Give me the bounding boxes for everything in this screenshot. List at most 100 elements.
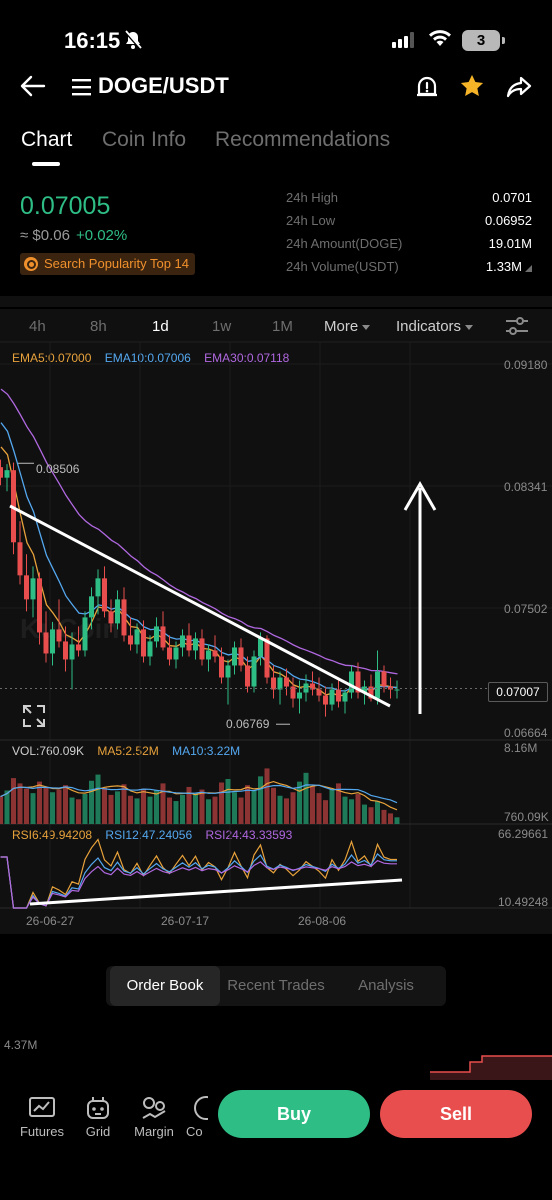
volume-bar xyxy=(82,794,88,824)
volume-bar xyxy=(30,793,36,824)
volume-bar xyxy=(362,804,367,824)
candle-body xyxy=(264,638,270,678)
nav-futures[interactable]: Futures xyxy=(14,1092,70,1139)
candle-body xyxy=(0,467,3,478)
wifi-icon xyxy=(428,29,452,52)
price-alert-icon[interactable] xyxy=(414,74,440,105)
pair-title[interactable]: DOGE/USDT xyxy=(98,73,229,99)
candle-body xyxy=(180,635,185,648)
candle-body xyxy=(193,638,198,651)
stat-value: 19.01M xyxy=(488,236,532,251)
volume-bar xyxy=(323,800,328,824)
volume-bar xyxy=(134,798,140,824)
fiat-price-row: ≈ $0.06 +0.02% xyxy=(20,227,127,244)
volume-bar xyxy=(258,776,263,824)
candle-body xyxy=(336,689,341,702)
nav-label: Co xyxy=(186,1124,203,1139)
candle-body xyxy=(225,665,231,678)
volume-bar xyxy=(167,797,172,824)
rsi-line xyxy=(0,856,397,909)
cellular-signal-icon xyxy=(392,32,416,53)
candle-body xyxy=(147,641,153,657)
candle-body xyxy=(30,578,36,600)
volume-bar xyxy=(17,783,23,824)
stat-row: 24h Amount(DOGE) 19.01M xyxy=(286,236,532,259)
candle-body xyxy=(258,638,263,657)
menu-icon[interactable] xyxy=(72,78,92,101)
candle-body xyxy=(375,671,380,699)
sell-button[interactable]: Sell xyxy=(380,1090,532,1138)
volume-bar xyxy=(219,782,224,824)
fullscreen-icon[interactable] xyxy=(22,704,46,733)
stat-row: 24h Low 0.06952 xyxy=(286,213,532,236)
volume-bar xyxy=(199,789,205,824)
depth-chart xyxy=(430,1055,552,1080)
volume-bar xyxy=(89,780,94,824)
candle-body xyxy=(89,596,94,618)
nav-copy[interactable]: Co xyxy=(182,1092,208,1139)
nav-label: Futures xyxy=(19,1124,65,1139)
volume-bar xyxy=(95,774,101,824)
candle-body xyxy=(199,638,205,660)
status-bar: 16:15 3 xyxy=(0,0,552,70)
battery-tip xyxy=(502,37,505,44)
candle-body xyxy=(219,656,224,678)
candle-body xyxy=(115,599,120,624)
volume-bar xyxy=(108,794,114,824)
date-label: 26-08-06 xyxy=(298,914,347,928)
nav-grid[interactable]: Grid xyxy=(70,1092,126,1139)
tab-coin-info[interactable]: Coin Info xyxy=(102,128,186,152)
volume-bar xyxy=(310,786,315,824)
stat-value: 0.0701 xyxy=(492,190,532,205)
rsi-trendline xyxy=(29,878,403,906)
candle-body xyxy=(167,647,172,660)
price-axis-label: 0.07502 xyxy=(504,602,548,616)
candle-body xyxy=(245,665,250,687)
tab-recommendations[interactable]: Recommendations xyxy=(215,128,390,152)
volume-bar xyxy=(206,799,211,824)
candle-body xyxy=(17,542,23,576)
popularity-badge[interactable]: Search Popularity Top 14 xyxy=(20,253,196,275)
volume-bar xyxy=(368,807,374,824)
back-arrow-icon[interactable] xyxy=(20,74,46,103)
volume-bar xyxy=(121,784,127,824)
candle-body xyxy=(212,650,218,657)
candle-body xyxy=(297,692,302,699)
favorite-star-icon[interactable] xyxy=(458,72,486,105)
volume-bar xyxy=(102,787,107,824)
order-tabs: Order Book Recent Trades Analysis xyxy=(106,966,446,1006)
price-axis-label: 0.06664 xyxy=(504,726,548,740)
tab-order-book[interactable]: Order Book xyxy=(110,966,220,1006)
candle-body xyxy=(277,677,283,690)
candle-body xyxy=(329,689,335,705)
nav-margin[interactable]: Margin xyxy=(126,1092,182,1139)
candle-body xyxy=(251,656,257,687)
tab-chart[interactable]: Chart xyxy=(21,128,72,152)
volume-bar xyxy=(355,794,361,824)
candle-body xyxy=(69,644,75,660)
candle-body xyxy=(134,629,140,645)
candle-body xyxy=(4,470,10,478)
stat-value: 1.33M xyxy=(485,259,522,274)
candle-body xyxy=(50,629,55,654)
candle-body xyxy=(394,689,400,691)
nav-label: Margin xyxy=(134,1124,174,1139)
robot-icon xyxy=(70,1092,126,1124)
volume-bar xyxy=(381,809,387,824)
volume-bar xyxy=(290,792,296,824)
candle-body xyxy=(284,677,289,687)
candle-body xyxy=(349,671,354,693)
buy-button[interactable]: Buy xyxy=(218,1090,370,1138)
depth-axis-label: 4.37M xyxy=(4,1038,38,1052)
volume-bar xyxy=(50,792,55,824)
candle-body xyxy=(323,695,328,705)
volume-axis-top: 8.16M xyxy=(504,741,538,755)
copy-trading-icon xyxy=(182,1092,208,1124)
fiat-price: ≈ $0.06 xyxy=(20,227,70,244)
candlestick-chart[interactable]: KuCoin xyxy=(0,296,552,936)
tab-analysis[interactable]: Analysis xyxy=(332,966,440,1006)
volume-bar xyxy=(349,799,354,824)
tab-recent-trades[interactable]: Recent Trades xyxy=(220,966,332,1006)
share-icon[interactable] xyxy=(505,74,533,105)
volume-bar xyxy=(160,783,166,824)
